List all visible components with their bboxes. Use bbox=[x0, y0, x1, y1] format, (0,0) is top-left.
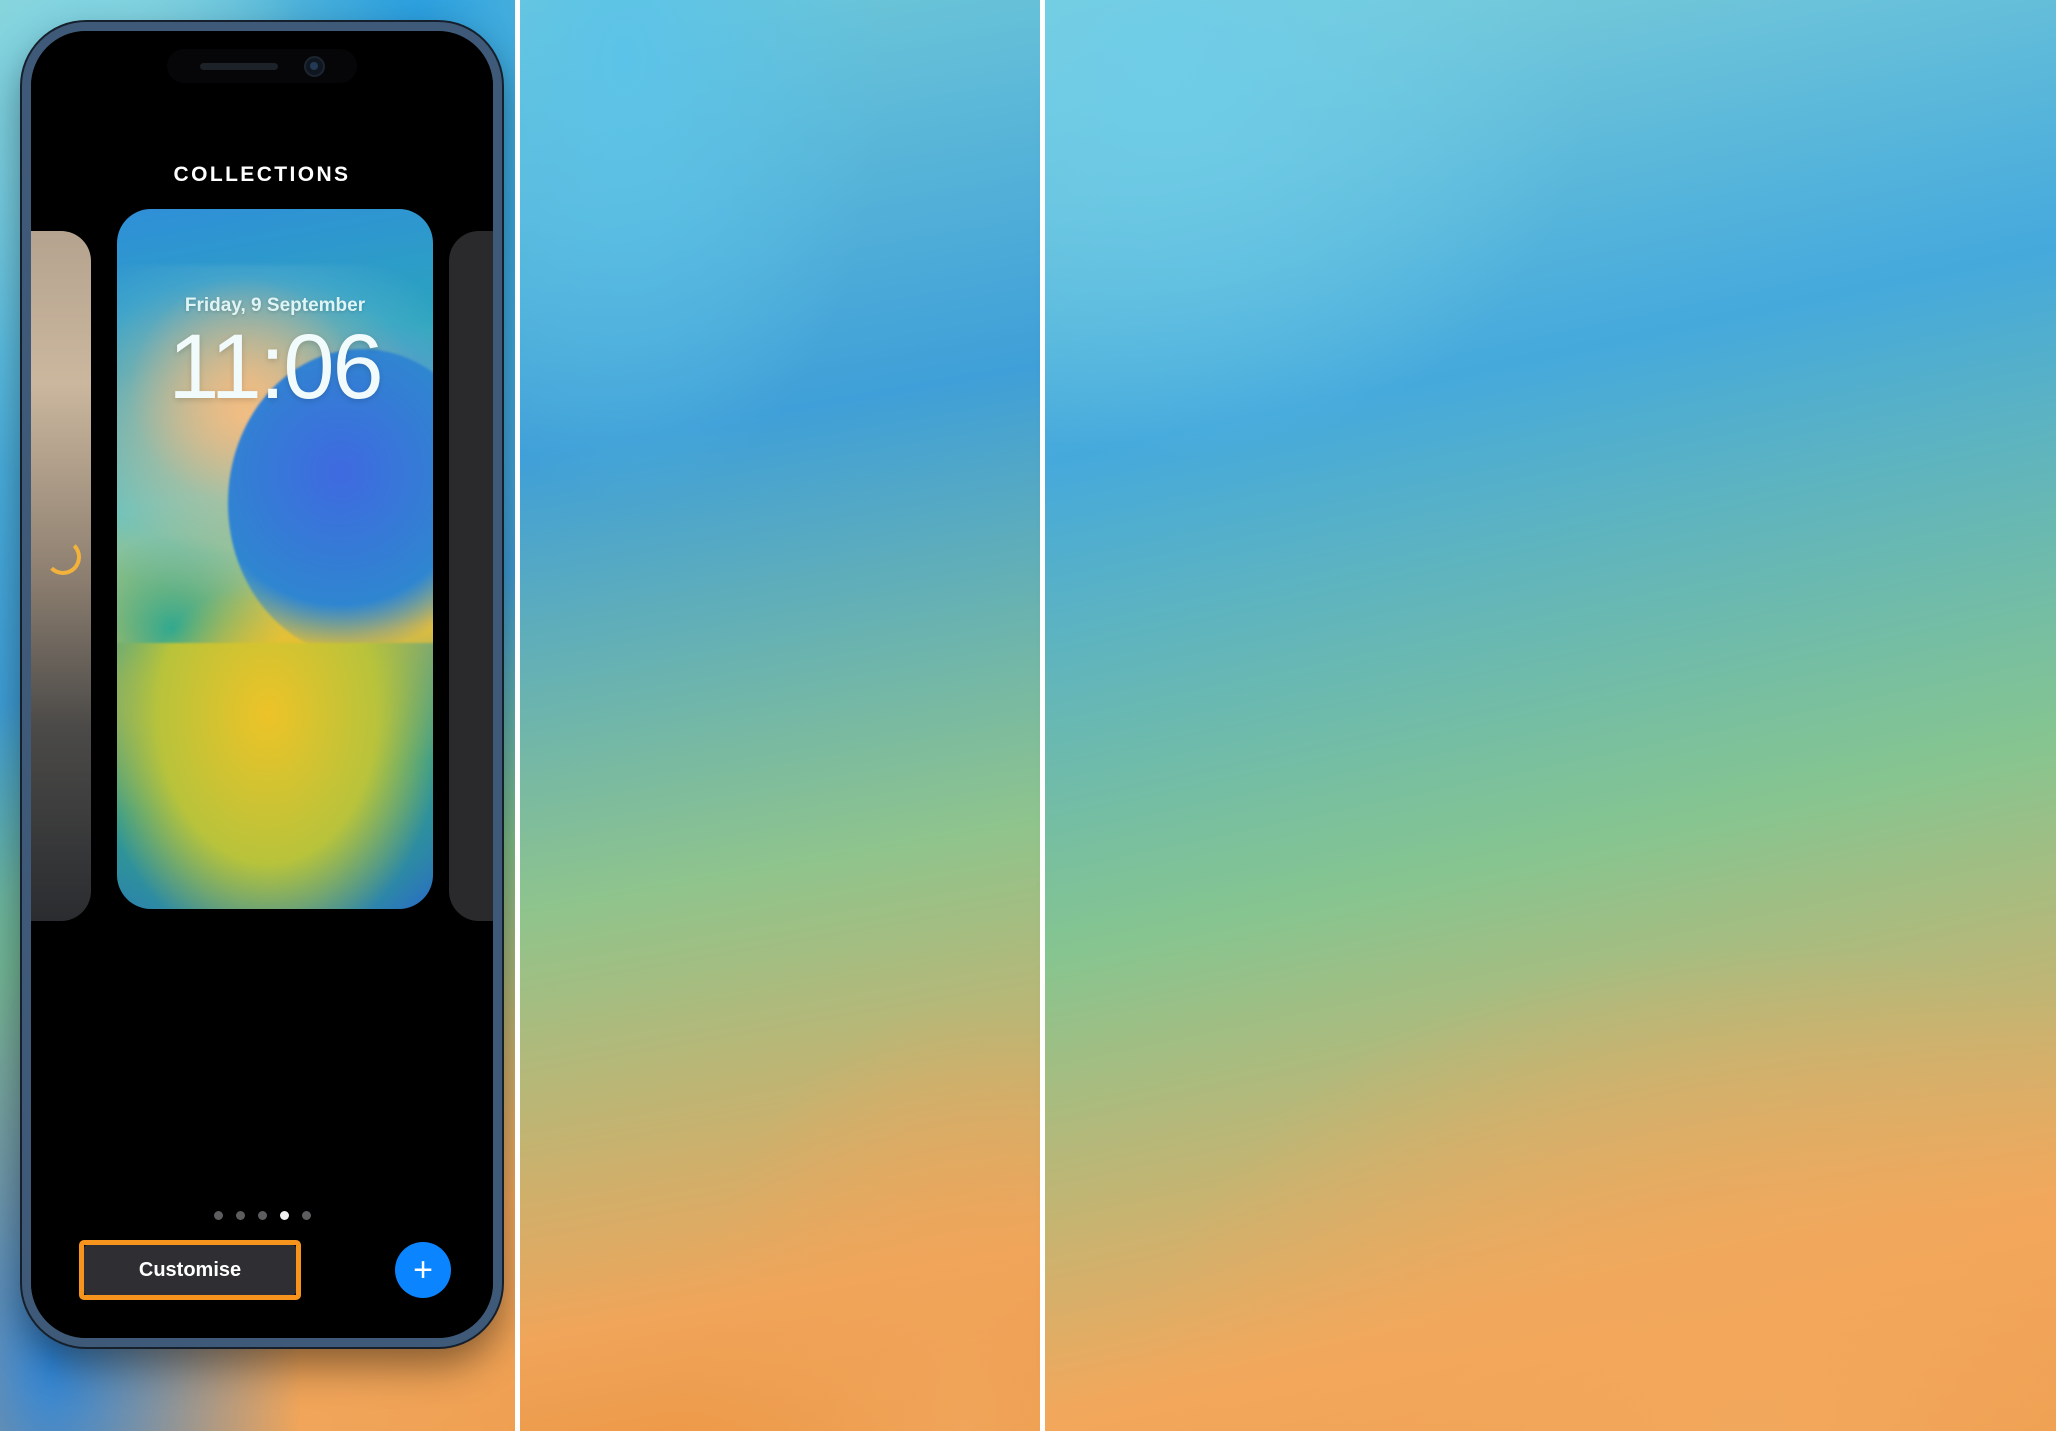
page-title: COLLECTIONS bbox=[173, 163, 351, 186]
page-dot[interactable] bbox=[301, 1211, 311, 1220]
page-dot-active[interactable] bbox=[279, 1211, 289, 1220]
page-dot[interactable] bbox=[257, 1211, 267, 1220]
screenshot-stage: COLLECTIONS Friday, 9 September 11:06 Cu… bbox=[0, 0, 2056, 1431]
page-dot[interactable] bbox=[235, 1211, 245, 1220]
adjacent-wallpaper-right[interactable] bbox=[449, 231, 493, 921]
panel-photo-shuffle-setup: Photo Shuffle A dynamic set of photos th… bbox=[1045, 0, 2056, 1431]
add-wallpaper-button[interactable]: + bbox=[395, 1242, 451, 1298]
page-indicator[interactable] bbox=[31, 1211, 493, 1220]
iphone-device-1: COLLECTIONS Friday, 9 September 11:06 Cu… bbox=[22, 22, 502, 1347]
customise-button[interactable]: Customise bbox=[84, 1245, 296, 1295]
lock-screen-preview[interactable]: Friday, 9 September 11:06 bbox=[117, 209, 433, 909]
panel-divider bbox=[1040, 0, 1045, 1431]
lock-time: 11:06 bbox=[168, 316, 383, 418]
wallpaper-backdrop bbox=[1045, 0, 2056, 1431]
lock-date: Friday, 9 September bbox=[184, 295, 366, 316]
customise-highlight-box: Customise bbox=[79, 1240, 301, 1300]
adjacent-wallpaper-left[interactable] bbox=[31, 231, 91, 921]
page-dot[interactable] bbox=[213, 1211, 223, 1220]
panel-add-new-wallpaper: Add New Wallpaper bbox=[520, 0, 1045, 1431]
front-camera-icon bbox=[303, 55, 325, 77]
wallpaper-backdrop bbox=[520, 0, 1045, 1431]
device-notch bbox=[167, 49, 357, 83]
wallpaper-blob-yellow bbox=[117, 643, 433, 909]
phone1-screen: COLLECTIONS Friday, 9 September 11:06 Cu… bbox=[31, 31, 493, 1338]
panel-lock-screen-gallery: COLLECTIONS Friday, 9 September 11:06 Cu… bbox=[0, 0, 520, 1431]
earpiece-speaker bbox=[199, 62, 278, 70]
panel-divider bbox=[515, 0, 520, 1431]
